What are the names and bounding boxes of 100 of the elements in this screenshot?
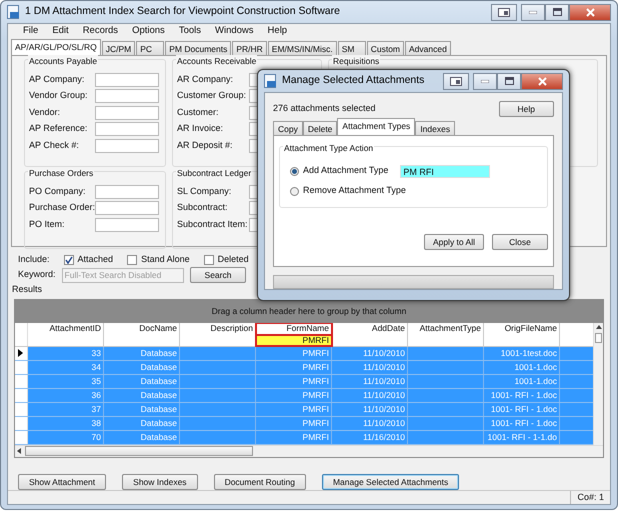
- field-label: AP Reference:: [29, 122, 88, 136]
- input-field[interactable]: [95, 184, 159, 198]
- field-label: SL Company:: [177, 184, 232, 198]
- table-cell: 11/10/2010: [332, 402, 408, 416]
- restore-icon[interactable]: [491, 4, 517, 20]
- keyword-field[interactable]: Full-Text Search Disabled: [62, 268, 184, 282]
- checkbox-label: Attached: [78, 253, 114, 266]
- table-cell: 33: [28, 346, 104, 360]
- action-button[interactable]: Document Routing: [214, 474, 306, 490]
- table-cell: PMRFI: [256, 402, 332, 416]
- include-label: Include:: [18, 253, 50, 266]
- window-title: 1 DM Attachment Index Search for Viewpoint Construction Software: [25, 4, 340, 20]
- action-button[interactable]: Show Indexes: [122, 474, 198, 490]
- tab[interactable]: Custom: [366, 40, 404, 54]
- table-cell: 37: [28, 402, 104, 416]
- action-button[interactable]: Manage Selected Attachments: [322, 474, 460, 490]
- tab[interactable]: Advanced: [405, 40, 451, 54]
- group-title: Requisitions: [332, 54, 380, 68]
- input-field[interactable]: [95, 218, 159, 232]
- restore-icon[interactable]: [443, 72, 469, 90]
- menu-item[interactable]: Help: [260, 24, 294, 38]
- column-header[interactable]: DocName: [104, 322, 180, 334]
- table-cell: 1001- RFI - 1-1.do: [484, 430, 560, 444]
- checkbox[interactable]: [64, 254, 74, 265]
- radio-label: Remove Attachment Type: [303, 184, 406, 198]
- field-label: PO Company:: [29, 184, 87, 198]
- help-button[interactable]: Help: [498, 101, 554, 117]
- checkbox[interactable]: [127, 254, 138, 265]
- dialog-button[interactable]: Close: [492, 234, 548, 250]
- minimize-button[interactable]: [473, 72, 497, 90]
- tab[interactable]: JC/PM: [102, 40, 136, 54]
- minimize-button[interactable]: [521, 4, 545, 20]
- maximize-button[interactable]: [497, 72, 521, 90]
- menu-item[interactable]: Records: [76, 24, 126, 38]
- search-button[interactable]: Search: [190, 267, 246, 283]
- app-icon: [264, 74, 277, 88]
- dialog-button[interactable]: Apply to All: [424, 234, 484, 250]
- tab[interactable]: AP/AR/GL/PO/SL/RQ: [11, 38, 101, 54]
- tab[interactable]: EM/MS/IN/Misc.: [268, 40, 337, 54]
- field-label: PO Item:: [29, 218, 66, 231]
- maximize-button[interactable]: [545, 4, 569, 20]
- filter-cell[interactable]: PMRFI: [256, 334, 332, 346]
- input-field[interactable]: [95, 201, 159, 215]
- table-cell: 70: [28, 430, 104, 444]
- table-cell: 1001-1.doc: [484, 374, 560, 388]
- tab[interactable]: SM: [338, 40, 366, 54]
- close-button[interactable]: [569, 4, 611, 20]
- table-cell: PMRFI: [256, 416, 332, 430]
- table-cell: 38: [28, 416, 104, 430]
- menu-item[interactable]: Edit: [45, 24, 76, 38]
- group-title: Subcontract Ledger: [176, 166, 252, 180]
- scrollbar-thumb[interactable]: [595, 332, 602, 342]
- input-field[interactable]: [95, 72, 159, 86]
- table-cell: Database: [104, 388, 180, 402]
- close-icon: [538, 76, 546, 86]
- action-button[interactable]: Show Attachment: [18, 474, 106, 490]
- attachment-type-field[interactable]: PM RFI: [400, 164, 490, 178]
- table-cell: 1001- RFI - 1.doc: [484, 388, 560, 402]
- results-label: Results: [12, 284, 42, 294]
- group-title: Purchase Orders: [28, 166, 94, 180]
- tab[interactable]: PM Documents: [165, 40, 232, 54]
- field-label: AP Company:: [29, 72, 86, 86]
- input-field[interactable]: [95, 106, 159, 120]
- menu-item[interactable]: Windows: [208, 24, 261, 38]
- close-icon: [586, 8, 594, 16]
- field-label: Vendor Group:: [29, 89, 89, 102]
- radio-button[interactable]: [290, 186, 299, 196]
- table-cell: 1001- RFI - 1.doc: [484, 402, 560, 416]
- menu-item[interactable]: Tools: [172, 24, 208, 38]
- table-cell: Database: [104, 374, 180, 388]
- tab[interactable]: Attachment Types: [337, 118, 416, 135]
- menu-item[interactable]: File: [16, 24, 46, 38]
- menu-item[interactable]: Options: [125, 24, 172, 38]
- column-header[interactable]: AttachmentType: [408, 322, 484, 334]
- table-cell: Database: [104, 360, 180, 374]
- scrollbar-thumb[interactable]: [25, 446, 253, 456]
- checkbox-label: Stand Alone: [141, 253, 190, 266]
- tab[interactable]: Copy: [273, 121, 303, 135]
- field-label: AR Invoice:: [177, 122, 224, 136]
- tab[interactable]: PC: [136, 40, 164, 54]
- checkbox-label: Deleted: [218, 253, 249, 266]
- company-status: Co#: 1: [570, 490, 610, 504]
- tab[interactable]: PR/HR: [232, 40, 267, 54]
- input-field[interactable]: [95, 122, 159, 136]
- group-title: Attachment Type Action: [283, 142, 374, 155]
- tab[interactable]: Indexes: [415, 121, 456, 135]
- table-cell: 36: [28, 388, 104, 402]
- column-header[interactable]: AttachmentID: [28, 322, 104, 334]
- input-field[interactable]: [95, 89, 159, 103]
- minimize-icon: [529, 10, 537, 14]
- field-label: AP Check #:: [29, 138, 80, 152]
- input-field[interactable]: [95, 138, 159, 152]
- field-label: AR Deposit #:: [177, 138, 234, 152]
- checkbox[interactable]: [204, 254, 214, 265]
- table-cell: PMRFI: [256, 360, 332, 374]
- radio-button[interactable]: [290, 166, 299, 176]
- tab[interactable]: Delete: [302, 121, 338, 135]
- table-cell: 34: [28, 360, 104, 374]
- close-button[interactable]: [521, 72, 563, 90]
- column-header[interactable]: OrigFileName: [484, 322, 560, 334]
